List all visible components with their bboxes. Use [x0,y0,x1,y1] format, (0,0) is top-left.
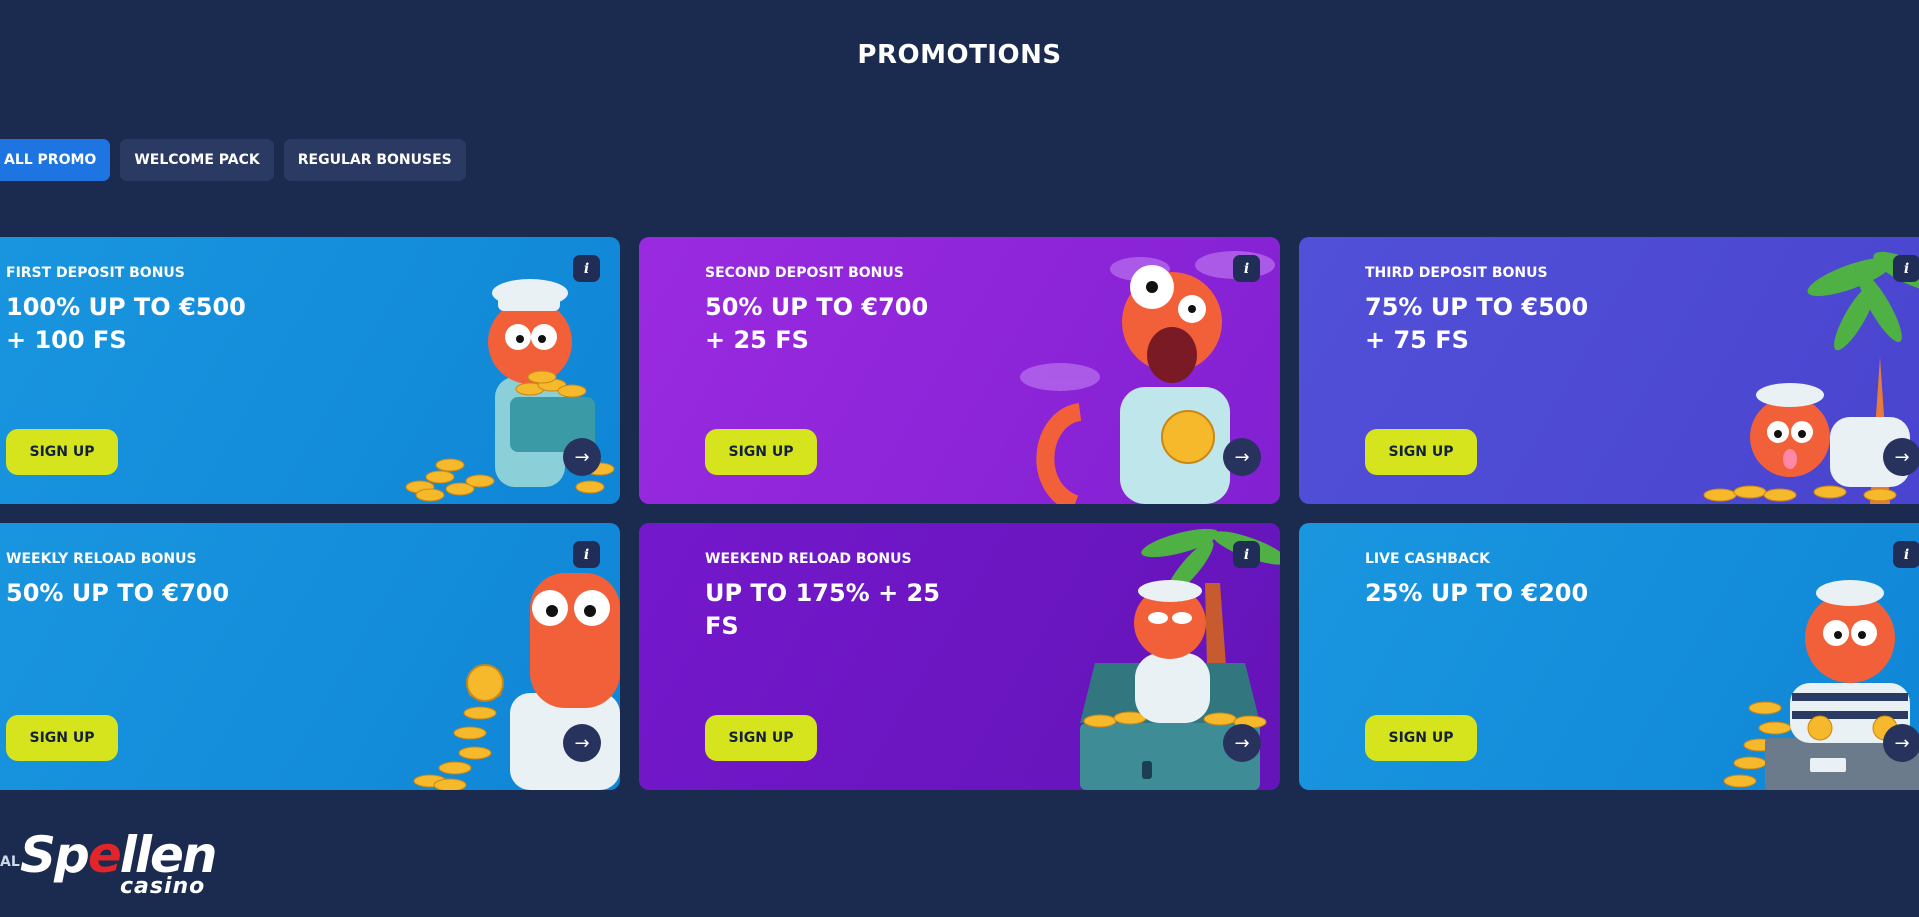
sign-up-button[interactable]: SIGN UP [705,429,817,475]
promo-card-third-deposit: THIRD DEPOSIT BONUS 75% UP TO €500 + 75 … [1299,237,1919,504]
sign-up-button[interactable]: SIGN UP [6,715,118,761]
promo-cards-grid: FIRST DEPOSIT BONUS 100% UP TO €500 + 10… [0,237,1919,790]
promo-label: WEEKEND RELOAD BONUS [705,551,912,567]
sign-up-button[interactable]: SIGN UP [1365,429,1477,475]
tab-welcome-pack[interactable]: WELCOME PACK [120,139,274,181]
promo-headline: 75% UP TO €500 + 75 FS [1365,293,1589,354]
promo-card-live-cashback: LIVE CASHBACK 25% UP TO €200 SIGN UP i → [1299,523,1919,790]
sign-up-button[interactable]: SIGN UP [6,429,118,475]
sign-up-button[interactable]: SIGN UP [1365,715,1477,761]
promo-card-weekend-reload: WEEKEND RELOAD BONUS UP TO 175% + 25 FS … [639,523,1280,790]
page-title: PROMOTIONS [857,40,1062,70]
promo-label: FIRST DEPOSIT BONUS [6,265,185,281]
promo-headline: 50% UP TO €700 + 25 FS [705,293,929,354]
cat-island-illustration [1703,251,1919,504]
arrow-right-icon[interactable]: → [1223,724,1261,762]
promo-label: WEEKLY RELOAD BONUS [6,551,197,567]
promo-tabs: ALL PROMO WELCOME PACK REGULAR BONUSES [0,139,466,181]
sign-up-button[interactable]: SIGN UP [705,715,817,761]
info-icon[interactable]: i [1233,255,1260,282]
logo-text-accent: e [87,826,122,884]
promotions-page: PROMOTIONS ALL PROMO WELCOME PACK REGULA… [0,0,1919,917]
info-icon[interactable]: i [1893,255,1919,282]
logo-wordmark: Spellen [20,830,218,880]
promo-headline: 25% UP TO €200 [1365,579,1589,607]
promo-headline: UP TO 175% + 25 FS [705,579,940,640]
promo-card-weekly-reload: WEEKLY RELOAD BONUS 50% UP TO €700 SIGN … [0,523,620,790]
spellen-casino-logo: Spellen casino [20,830,218,899]
promo-card-second-deposit: SECOND DEPOSIT BONUS 50% UP TO €700 + 25… [639,237,1280,504]
arrow-right-icon[interactable]: → [1883,724,1919,762]
tab-all-promo[interactable]: ALL PROMO [0,139,111,181]
info-icon[interactable]: i [573,255,600,282]
promo-headline: 50% UP TO €700 [6,579,230,607]
info-icon[interactable]: i [573,541,600,568]
arrow-right-icon[interactable]: → [1883,438,1919,476]
promo-label: SECOND DEPOSIT BONUS [705,265,904,281]
cat-safe-illustration [1723,580,1919,790]
promo-headline: 100% UP TO €500 + 100 FS [6,293,246,354]
partial-section-label: AL [0,854,20,870]
promo-label: LIVE CASHBACK [1365,551,1490,567]
promo-card-first-deposit: FIRST DEPOSIT BONUS 100% UP TO €500 + 10… [0,237,620,504]
promo-label: THIRD DEPOSIT BONUS [1365,265,1548,281]
arrow-right-icon[interactable]: → [1223,438,1261,476]
tab-regular-bonuses[interactable]: REGULAR BONUSES [283,139,466,181]
logo-text-part: Sp [20,826,90,884]
logo-subtitle: casino [120,874,206,899]
info-icon[interactable]: i [1233,541,1260,568]
arrow-right-icon[interactable]: → [563,438,601,476]
info-icon[interactable]: i [1893,541,1919,568]
arrow-right-icon[interactable]: → [563,724,601,762]
